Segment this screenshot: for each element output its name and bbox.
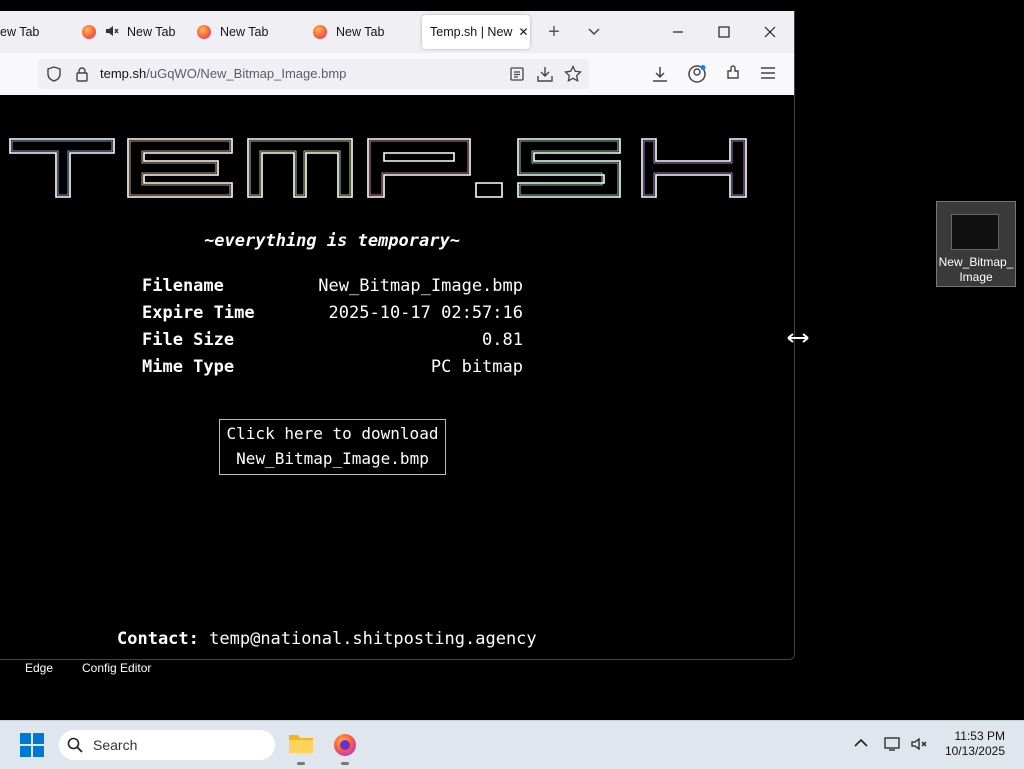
maximize-button[interactable]	[710, 19, 738, 45]
temp-sh-logo	[9, 138, 747, 198]
speaker-muted-icon[interactable]	[105, 24, 119, 41]
url-path: /uGqWO/New_Bitmap_Image.bmp	[146, 66, 347, 81]
tab-new-tab-2[interactable]: New Tab	[82, 15, 175, 49]
firefox-window: ew Tab New Tab New Tab New Tab Temp.sh |…	[0, 11, 795, 660]
windows-start-icon[interactable]	[20, 733, 44, 757]
info-value: New_Bitmap_Image.bmp	[318, 276, 523, 296]
address-bar[interactable]: temp.sh/uGqWO/New_Bitmap_Image.bmp	[38, 59, 589, 89]
download-link[interactable]: Click here to download New_Bitmap_Image.…	[219, 419, 446, 475]
menu-icon[interactable]	[760, 65, 776, 81]
chevron-up-icon[interactable]	[854, 738, 868, 748]
maximize-icon	[718, 26, 730, 38]
bitmap-file-icon	[951, 214, 999, 250]
running-indicator	[341, 762, 349, 765]
file-explorer-icon[interactable]	[288, 732, 314, 754]
account-icon[interactable]	[687, 64, 707, 84]
new-tab-button[interactable]: +	[540, 19, 568, 45]
tagline: ~everything is temporary~	[204, 231, 460, 251]
close-window-button[interactable]	[756, 19, 784, 45]
info-label: File Size	[142, 330, 235, 350]
lock-icon[interactable]	[75, 66, 89, 82]
volume-muted-icon[interactable]	[911, 736, 929, 752]
navigation-toolbar: temp.sh/uGqWO/New_Bitmap_Image.bmp	[0, 53, 794, 96]
running-indicator	[297, 762, 305, 765]
tab-label: ew Tab	[0, 25, 40, 39]
tab-new-tab-4[interactable]: New Tab	[313, 15, 384, 49]
info-label: Expire Time	[142, 303, 255, 323]
firefox-taskbar-icon[interactable]	[333, 733, 357, 757]
taskbar-search-box[interactable]: Search	[59, 730, 275, 760]
list-all-tabs-button[interactable]	[580, 19, 608, 45]
desktop-file-label: New_Bitmap_ Image	[938, 255, 1014, 284]
tab-new-tab-1[interactable]: ew Tab	[0, 15, 60, 49]
bookmark-star-icon[interactable]	[564, 65, 582, 83]
shield-icon[interactable]	[46, 66, 62, 82]
downloads-icon[interactable]	[651, 65, 669, 83]
info-value: PC bitmap	[430, 357, 523, 377]
network-icon[interactable]	[884, 736, 902, 752]
system-clock[interactable]: 11:53 PM 10/13/2025	[945, 729, 1005, 759]
search-icon	[67, 737, 83, 753]
url-host: temp.sh	[100, 66, 147, 81]
info-row-mime-type: Mime Type PC bitmap	[142, 357, 523, 377]
clock-date: 10/13/2025	[944, 744, 1005, 758]
contact-line: Contact: temp@national.shitposting.agenc…	[117, 629, 537, 649]
clock-time: 11:53 PM	[954, 729, 1005, 743]
minimize-icon	[673, 31, 683, 33]
resize-cursor-icon	[787, 333, 809, 343]
chevron-down-icon	[588, 28, 600, 36]
contact-label: Contact:	[117, 629, 199, 649]
contact-email[interactable]: temp@national.shitposting.agency	[209, 629, 537, 649]
close-tab-icon[interactable]: ✕	[518, 25, 528, 39]
page-content: ~everything is temporary~ Filename New_B…	[0, 95, 794, 659]
info-row-filename: Filename New_Bitmap_Image.bmp	[142, 276, 523, 296]
info-value: 0.81	[482, 330, 523, 350]
url-text: temp.sh/uGqWO/New_Bitmap_Image.bmp	[100, 59, 346, 89]
taskbar: Search 11:53 PM 10/13/2025	[0, 720, 1024, 769]
tab-label: New Tab	[336, 25, 385, 39]
tab-bar: ew Tab New Tab New Tab New Tab Temp.sh |…	[0, 11, 794, 53]
desktop-label-config-editor[interactable]: Config Editor	[82, 661, 151, 675]
info-row-file-size: File Size 0.81	[142, 330, 523, 350]
download-line-2: New_Bitmap_Image.bmp	[236, 449, 429, 468]
tab-temp-sh[interactable]: Temp.sh | New ✕	[422, 15, 530, 49]
desktop-file-new-bitmap-image[interactable]: New_Bitmap_ Image	[936, 201, 1016, 287]
download-line-1: Click here to download	[226, 424, 439, 443]
extensions-icon[interactable]	[724, 64, 742, 82]
close-icon	[764, 26, 776, 38]
info-label: Mime Type	[142, 357, 235, 377]
firefox-icon	[82, 25, 96, 39]
tab-label: New Tab	[220, 25, 269, 39]
info-row-expire-time: Expire Time 2025-10-17 02:57:16	[142, 303, 523, 323]
info-label: Filename	[142, 276, 224, 296]
search-placeholder: Search	[93, 737, 138, 753]
tab-label: New Tab	[127, 25, 176, 39]
save-page-icon[interactable]	[536, 65, 554, 83]
tab-label: Temp.sh | New	[430, 25, 513, 39]
tab-new-tab-3[interactable]: New Tab	[197, 15, 268, 49]
firefox-icon	[313, 25, 327, 39]
minimize-button[interactable]	[664, 19, 692, 45]
info-value: 2025-10-17 02:57:16	[328, 303, 523, 323]
desktop-label-edge[interactable]: Edge	[25, 661, 53, 675]
reader-view-icon[interactable]	[509, 66, 525, 82]
firefox-icon	[197, 25, 211, 39]
